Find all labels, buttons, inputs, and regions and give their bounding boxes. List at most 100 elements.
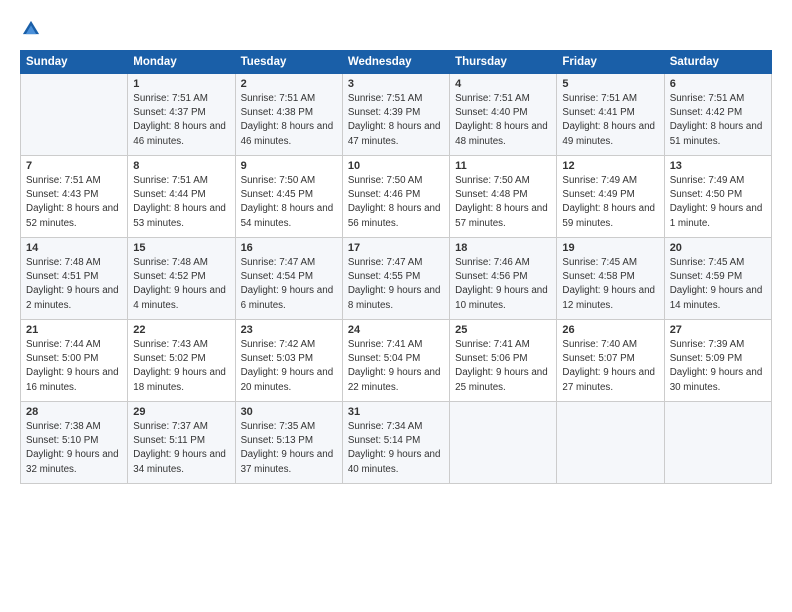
sunrise-text: Sunrise: 7:42 AM <box>241 339 316 350</box>
week-row-2: 14 Sunrise: 7:48 AM Sunset: 4:51 PM Dayl… <box>21 238 772 320</box>
header-tuesday: Tuesday <box>235 51 342 74</box>
day-info: Sunrise: 7:35 AM Sunset: 5:13 PM Dayligh… <box>241 420 337 477</box>
sunset-text: Sunset: 4:39 PM <box>348 107 420 118</box>
day-info: Sunrise: 7:44 AM Sunset: 5:00 PM Dayligh… <box>26 338 122 395</box>
sunrise-text: Sunrise: 7:51 AM <box>562 93 637 104</box>
sunrise-text: Sunrise: 7:37 AM <box>133 421 208 432</box>
header-row: SundayMondayTuesdayWednesdayThursdayFrid… <box>21 51 772 74</box>
week-row-4: 28 Sunrise: 7:38 AM Sunset: 5:10 PM Dayl… <box>21 402 772 484</box>
daylight-text: Daylight: 9 hours and 34 minutes. <box>133 449 226 474</box>
day-info: Sunrise: 7:51 AM Sunset: 4:39 PM Dayligh… <box>348 92 444 149</box>
sunset-text: Sunset: 4:41 PM <box>562 107 634 118</box>
week-row-0: 1 Sunrise: 7:51 AM Sunset: 4:37 PM Dayli… <box>21 74 772 156</box>
calendar-cell: 19 Sunrise: 7:45 AM Sunset: 4:58 PM Dayl… <box>557 238 664 320</box>
day-info: Sunrise: 7:51 AM Sunset: 4:43 PM Dayligh… <box>26 174 122 231</box>
page: SundayMondayTuesdayWednesdayThursdayFrid… <box>0 0 792 612</box>
sunset-text: Sunset: 4:52 PM <box>133 271 205 282</box>
daylight-text: Daylight: 9 hours and 32 minutes. <box>26 449 119 474</box>
day-number: 29 <box>133 406 229 418</box>
sunset-text: Sunset: 5:03 PM <box>241 353 313 364</box>
calendar-cell: 22 Sunrise: 7:43 AM Sunset: 5:02 PM Dayl… <box>128 320 235 402</box>
daylight-text: Daylight: 8 hours and 47 minutes. <box>348 121 441 146</box>
day-number: 4 <box>455 78 551 90</box>
calendar-cell: 18 Sunrise: 7:46 AM Sunset: 4:56 PM Dayl… <box>450 238 557 320</box>
sunrise-text: Sunrise: 7:49 AM <box>562 175 637 186</box>
daylight-text: Daylight: 9 hours and 30 minutes. <box>670 367 763 392</box>
day-info: Sunrise: 7:38 AM Sunset: 5:10 PM Dayligh… <box>26 420 122 477</box>
daylight-text: Daylight: 8 hours and 59 minutes. <box>562 203 655 228</box>
day-number: 14 <box>26 242 122 254</box>
day-info: Sunrise: 7:50 AM Sunset: 4:45 PM Dayligh… <box>241 174 337 231</box>
sunset-text: Sunset: 4:55 PM <box>348 271 420 282</box>
sunrise-text: Sunrise: 7:51 AM <box>455 93 530 104</box>
calendar-cell: 1 Sunrise: 7:51 AM Sunset: 4:37 PM Dayli… <box>128 74 235 156</box>
calendar-cell: 5 Sunrise: 7:51 AM Sunset: 4:41 PM Dayli… <box>557 74 664 156</box>
logo <box>20 18 46 40</box>
day-number: 1 <box>133 78 229 90</box>
calendar-cell: 9 Sunrise: 7:50 AM Sunset: 4:45 PM Dayli… <box>235 156 342 238</box>
day-number: 11 <box>455 160 551 172</box>
sunrise-text: Sunrise: 7:43 AM <box>133 339 208 350</box>
day-number: 6 <box>670 78 766 90</box>
day-info: Sunrise: 7:48 AM Sunset: 4:52 PM Dayligh… <box>133 256 229 313</box>
day-info: Sunrise: 7:51 AM Sunset: 4:40 PM Dayligh… <box>455 92 551 149</box>
day-number: 18 <box>455 242 551 254</box>
day-number: 19 <box>562 242 658 254</box>
day-number: 10 <box>348 160 444 172</box>
calendar-cell: 21 Sunrise: 7:44 AM Sunset: 5:00 PM Dayl… <box>21 320 128 402</box>
calendar-cell: 11 Sunrise: 7:50 AM Sunset: 4:48 PM Dayl… <box>450 156 557 238</box>
day-info: Sunrise: 7:46 AM Sunset: 4:56 PM Dayligh… <box>455 256 551 313</box>
day-info: Sunrise: 7:41 AM Sunset: 5:06 PM Dayligh… <box>455 338 551 395</box>
day-number: 24 <box>348 324 444 336</box>
day-number: 20 <box>670 242 766 254</box>
day-number: 17 <box>348 242 444 254</box>
sunset-text: Sunset: 5:09 PM <box>670 353 742 364</box>
calendar-cell: 23 Sunrise: 7:42 AM Sunset: 5:03 PM Dayl… <box>235 320 342 402</box>
header <box>20 18 772 40</box>
sunset-text: Sunset: 4:38 PM <box>241 107 313 118</box>
header-wednesday: Wednesday <box>342 51 449 74</box>
day-number: 15 <box>133 242 229 254</box>
daylight-text: Daylight: 9 hours and 16 minutes. <box>26 367 119 392</box>
calendar-cell: 16 Sunrise: 7:47 AM Sunset: 4:54 PM Dayl… <box>235 238 342 320</box>
sunset-text: Sunset: 5:07 PM <box>562 353 634 364</box>
day-info: Sunrise: 7:50 AM Sunset: 4:46 PM Dayligh… <box>348 174 444 231</box>
day-number: 9 <box>241 160 337 172</box>
day-number: 30 <box>241 406 337 418</box>
day-info: Sunrise: 7:34 AM Sunset: 5:14 PM Dayligh… <box>348 420 444 477</box>
header-friday: Friday <box>557 51 664 74</box>
calendar-cell: 27 Sunrise: 7:39 AM Sunset: 5:09 PM Dayl… <box>664 320 771 402</box>
sunset-text: Sunset: 4:42 PM <box>670 107 742 118</box>
calendar-cell: 6 Sunrise: 7:51 AM Sunset: 4:42 PM Dayli… <box>664 74 771 156</box>
sunset-text: Sunset: 4:37 PM <box>133 107 205 118</box>
sunrise-text: Sunrise: 7:51 AM <box>26 175 101 186</box>
day-number: 7 <box>26 160 122 172</box>
daylight-text: Daylight: 9 hours and 22 minutes. <box>348 367 441 392</box>
calendar-cell: 26 Sunrise: 7:40 AM Sunset: 5:07 PM Dayl… <box>557 320 664 402</box>
sunset-text: Sunset: 4:50 PM <box>670 189 742 200</box>
day-info: Sunrise: 7:41 AM Sunset: 5:04 PM Dayligh… <box>348 338 444 395</box>
day-number: 27 <box>670 324 766 336</box>
week-row-1: 7 Sunrise: 7:51 AM Sunset: 4:43 PM Dayli… <box>21 156 772 238</box>
sunrise-text: Sunrise: 7:39 AM <box>670 339 745 350</box>
daylight-text: Daylight: 9 hours and 27 minutes. <box>562 367 655 392</box>
calendar-cell: 3 Sunrise: 7:51 AM Sunset: 4:39 PM Dayli… <box>342 74 449 156</box>
sunrise-text: Sunrise: 7:50 AM <box>348 175 423 186</box>
day-info: Sunrise: 7:51 AM Sunset: 4:37 PM Dayligh… <box>133 92 229 149</box>
daylight-text: Daylight: 9 hours and 37 minutes. <box>241 449 334 474</box>
day-number: 5 <box>562 78 658 90</box>
calendar-cell: 8 Sunrise: 7:51 AM Sunset: 4:44 PM Dayli… <box>128 156 235 238</box>
sunrise-text: Sunrise: 7:41 AM <box>348 339 423 350</box>
day-info: Sunrise: 7:51 AM Sunset: 4:42 PM Dayligh… <box>670 92 766 149</box>
day-info: Sunrise: 7:50 AM Sunset: 4:48 PM Dayligh… <box>455 174 551 231</box>
header-thursday: Thursday <box>450 51 557 74</box>
day-info: Sunrise: 7:47 AM Sunset: 4:55 PM Dayligh… <box>348 256 444 313</box>
calendar-cell <box>557 402 664 484</box>
sunset-text: Sunset: 4:56 PM <box>455 271 527 282</box>
day-info: Sunrise: 7:45 AM Sunset: 4:58 PM Dayligh… <box>562 256 658 313</box>
day-info: Sunrise: 7:49 AM Sunset: 4:49 PM Dayligh… <box>562 174 658 231</box>
calendar-cell <box>664 402 771 484</box>
calendar-cell: 10 Sunrise: 7:50 AM Sunset: 4:46 PM Dayl… <box>342 156 449 238</box>
sunrise-text: Sunrise: 7:47 AM <box>348 257 423 268</box>
sunrise-text: Sunrise: 7:50 AM <box>241 175 316 186</box>
